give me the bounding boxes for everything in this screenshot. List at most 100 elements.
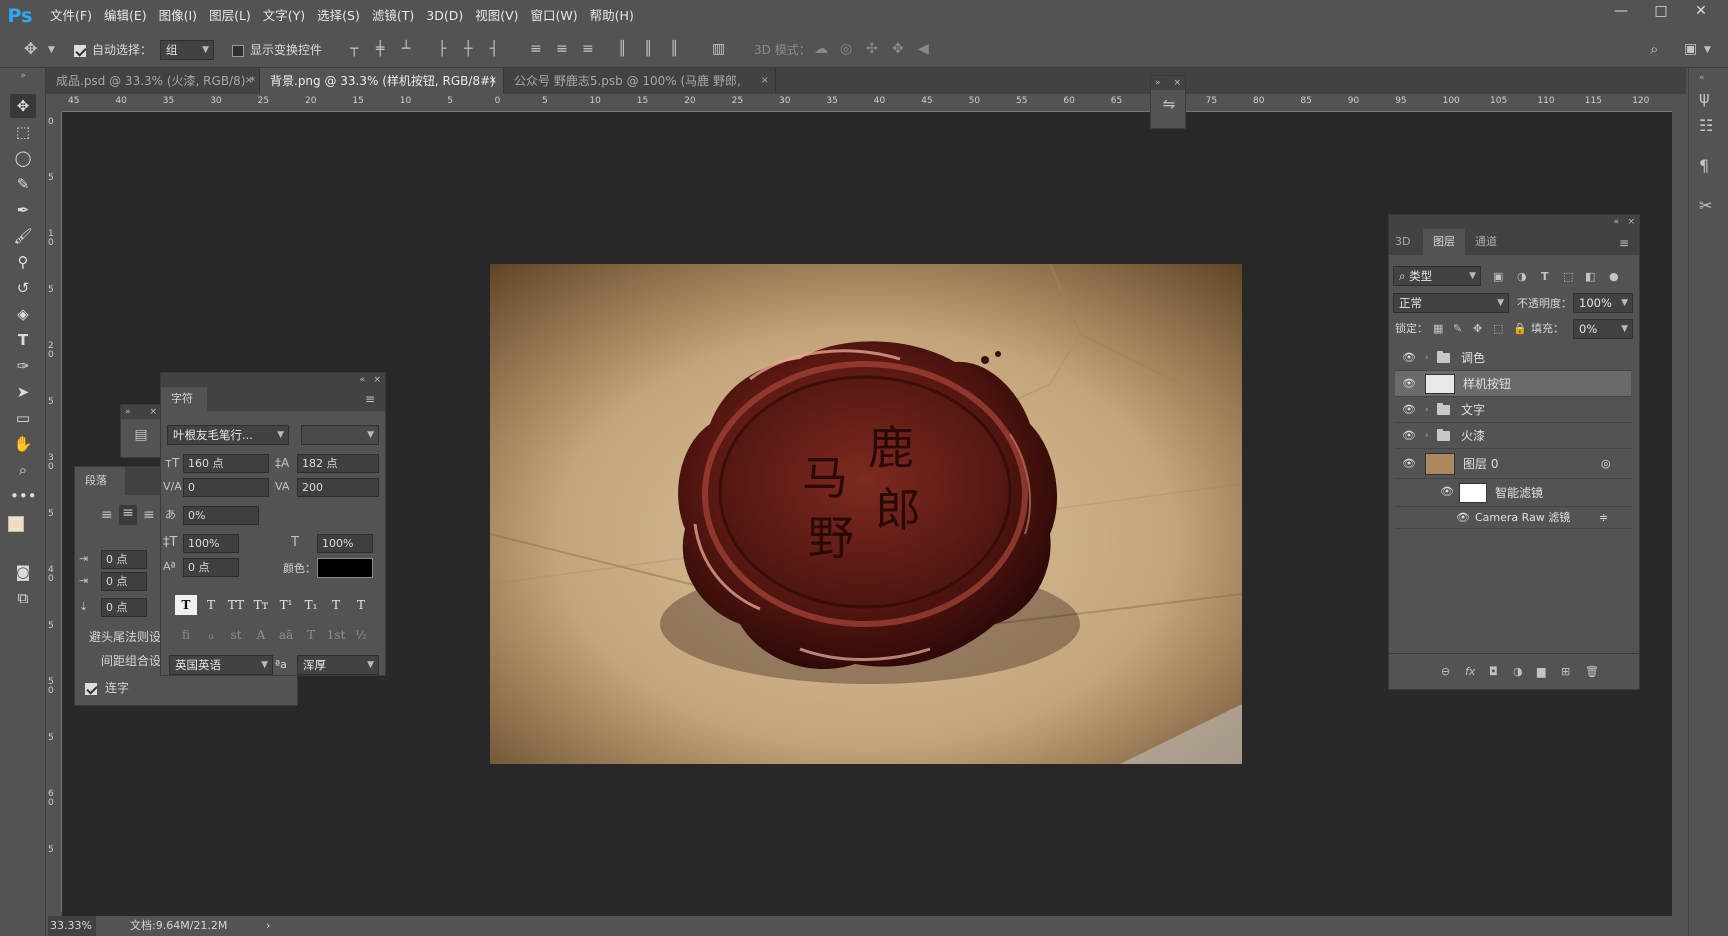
menu-item[interactable]: 文字(Y)	[257, 0, 311, 32]
align-bottom-icon[interactable]: ┴	[402, 41, 410, 57]
workspace-chevron-icon[interactable]: ▼	[1704, 42, 1711, 58]
text-style-button-2[interactable]: TT	[225, 595, 247, 615]
dock-collapse-icon[interactable]: «	[1699, 70, 1705, 86]
filter-toggle-icon[interactable]: ●	[1609, 269, 1619, 285]
fx-icon[interactable]: fx	[1465, 664, 1475, 680]
menu-item[interactable]: 图像(I)	[153, 0, 203, 32]
align-left-icon[interactable]: ├	[438, 41, 446, 57]
menu-item[interactable]: 编辑(E)	[98, 0, 153, 32]
foreground-color-swatch[interactable]	[8, 516, 24, 532]
more-tools-icon[interactable]: •••	[10, 484, 37, 508]
document-image[interactable]: 马 野 鹿 郎	[490, 264, 1242, 764]
lock-transparent-icon[interactable]: ▦	[1433, 321, 1443, 337]
fill-field[interactable]: 0% ▼	[1573, 319, 1633, 339]
panel-menu-icon[interactable]: ≡	[365, 391, 375, 407]
kerning-field[interactable]: 0	[183, 478, 269, 497]
lock-pixels-icon[interactable]: ✎	[1453, 321, 1462, 337]
tracking-field[interactable]: 200	[297, 478, 379, 497]
visibility-eye-icon[interactable]: 👁	[1401, 397, 1417, 423]
screen-mode-icon[interactable]: ⧉	[10, 586, 36, 610]
menu-item[interactable]: 选择(S)	[311, 0, 366, 32]
status-menu-icon[interactable]: ›	[266, 916, 270, 936]
3d-orbit-icon[interactable]: ☁	[814, 41, 828, 57]
workspace-icon[interactable]: ▣	[1684, 41, 1697, 57]
new-group-icon[interactable]: ▆	[1537, 664, 1545, 680]
visibility-eye-icon[interactable]: 👁	[1401, 423, 1417, 449]
glyphs-panel-icon[interactable]: ▤	[131, 427, 151, 443]
new-layer-icon[interactable]: ⊞	[1561, 664, 1570, 680]
brush-tool-icon[interactable]: 🖌	[10, 224, 36, 248]
tools-icon[interactable]: ✂	[1699, 198, 1712, 214]
3d-pan-icon[interactable]: ✣	[866, 41, 878, 57]
distribute-bottom-icon[interactable]: ≡	[582, 41, 594, 57]
distribute-right-icon[interactable]: ║	[670, 41, 678, 57]
brush-settings-icon[interactable]: ψ	[1699, 90, 1710, 106]
menu-item[interactable]: 图层(L)	[203, 0, 257, 32]
menu-item[interactable]: 文件(F)	[44, 0, 98, 32]
properties-icon[interactable]: ☷	[1699, 118, 1713, 134]
panel-menu-icon[interactable]: ≡	[1619, 235, 1629, 251]
filter-adjust-icon[interactable]: ◑	[1517, 269, 1527, 285]
maximize-icon[interactable]: □	[1646, 0, 1676, 22]
text-style-button-1[interactable]: T	[200, 595, 222, 615]
filter-smart-icon[interactable]: ◧	[1585, 269, 1595, 285]
text-style-button-5[interactable]: T₁	[300, 595, 322, 615]
hand-tool-icon[interactable]: ✋	[10, 432, 36, 456]
font-size-field[interactable]: 160 点	[183, 454, 269, 473]
eraser-tool-icon[interactable]: ◈	[10, 302, 36, 326]
leading-field[interactable]: 182 点	[297, 454, 379, 473]
move-tool-icon[interactable]: ✥	[24, 41, 37, 57]
text-style-button-4[interactable]: T¹	[275, 595, 297, 615]
menu-item[interactable]: 窗口(W)	[525, 0, 584, 32]
horizontal-scale-field[interactable]: 100%	[317, 534, 373, 553]
layer-filter-dropdown[interactable]: ⌕ 类型 ▼	[1393, 266, 1481, 286]
layer-row-camera-raw[interactable]: 👁 Camera Raw 滤镜 ≑	[1395, 507, 1631, 529]
antialias-dropdown[interactable]: 浑厚 ▼	[297, 655, 379, 675]
auto-select-dropdown[interactable]: 组 ▼	[160, 40, 214, 60]
blend-mode-dropdown[interactable]: 正常 ▼	[1393, 293, 1509, 313]
tab-channels[interactable]: 通道	[1475, 229, 1515, 255]
text-style-button-3[interactable]: Tт	[250, 595, 272, 615]
show-transform-checkbox[interactable]	[232, 41, 244, 59]
auto-align-icon[interactable]: ▥	[712, 41, 725, 57]
3d-roll-icon[interactable]: ◎	[840, 41, 852, 57]
search-icon[interactable]: ⌕	[1650, 41, 1658, 57]
language-dropdown[interactable]: 英国英语 ▼	[169, 655, 273, 675]
align-right-icon[interactable]: ┤	[490, 41, 498, 57]
opentype-button-1[interactable]: ℴ	[200, 625, 222, 645]
close-icon[interactable]: ✕	[1686, 0, 1716, 22]
lock-position-icon[interactable]: ✥	[1473, 321, 1482, 337]
opentype-button-6[interactable]: 1st	[325, 625, 347, 645]
opentype-button-3[interactable]: A	[250, 625, 272, 645]
minimize-icon[interactable]: —	[1606, 0, 1636, 22]
quick-select-tool-icon[interactable]: ✎	[10, 172, 36, 196]
lock-artboard-icon[interactable]: ⬚	[1493, 321, 1503, 337]
move-tool-icon[interactable]: ✥	[10, 94, 36, 118]
align-left-text-icon[interactable]: ≡	[101, 507, 113, 523]
opentype-button-2[interactable]: st	[225, 625, 247, 645]
visibility-eye-icon[interactable]: 👁	[1401, 345, 1417, 371]
3d-camera-icon[interactable]: ◀	[918, 41, 929, 57]
opentype-button-7[interactable]: ½	[350, 625, 372, 645]
auto-select-checkbox[interactable]	[74, 41, 86, 59]
lasso-tool-icon[interactable]: ◯	[10, 146, 36, 170]
link-layers-icon[interactable]: ⊖	[1441, 664, 1450, 680]
3d-slide-icon[interactable]: ✥	[892, 41, 904, 57]
adjustment-layer-icon[interactable]: ◑	[1513, 664, 1523, 680]
pen-tool-icon[interactable]: ✑	[10, 354, 36, 378]
tab-character[interactable]: 字符	[161, 387, 207, 411]
layer-row-yangji[interactable]: 👁 样机按钮	[1395, 371, 1631, 397]
visibility-eye-icon[interactable]: 👁	[1439, 479, 1455, 505]
space-before-field[interactable]: 0 点	[101, 598, 147, 617]
smart-filter-indicator-icon[interactable]: ◎	[1601, 449, 1611, 479]
history-brush-tool-icon[interactable]: ↺	[10, 276, 36, 300]
visibility-eye-icon[interactable]: 👁	[1455, 507, 1471, 529]
opentype-button-5[interactable]: T	[300, 625, 322, 645]
filter-pixel-icon[interactable]: ▣	[1493, 269, 1503, 285]
path-select-tool-icon[interactable]: ➤	[10, 380, 36, 404]
align-vcenter-icon[interactable]: ╪	[376, 41, 384, 57]
tab-gongzhonghao[interactable]: 公众号 野鹿志5.psb @ 100% (马鹿 野郎, RGB/8#)×	[504, 68, 776, 114]
filter-options-icon[interactable]: ≑	[1599, 507, 1608, 529]
tab-chengpin[interactable]: 成品.psd @ 33.3% (火漆, RGB/8) * ×	[46, 68, 260, 94]
align-right-text-icon[interactable]: ≡	[143, 507, 155, 523]
